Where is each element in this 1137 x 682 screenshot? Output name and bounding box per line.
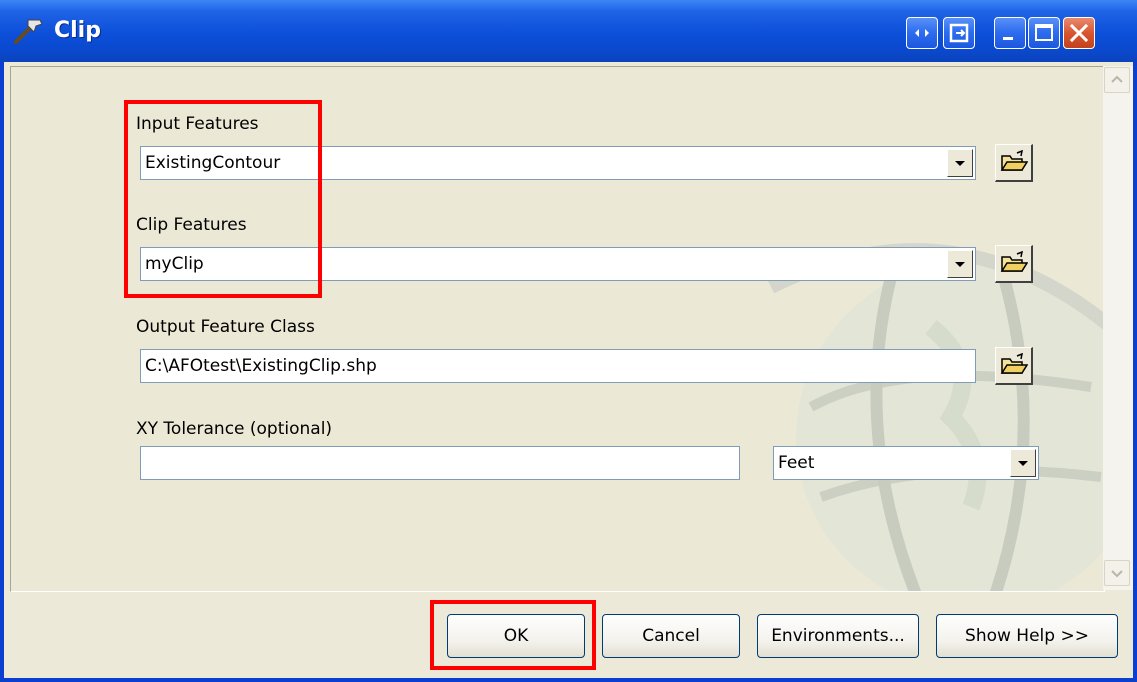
chevron-down-icon [1111, 570, 1123, 578]
highlight-box-input-clip [124, 100, 322, 298]
chevron-down-icon [955, 161, 965, 166]
title-bar[interactable]: Clip [0, 0, 1137, 62]
minimize-icon [1003, 37, 1013, 40]
chevron-down-icon [955, 262, 965, 267]
hammer-icon [14, 19, 43, 44]
cancel-button[interactable]: Cancel [602, 614, 740, 658]
input-features-browse-button[interactable] [995, 144, 1033, 182]
context-help-button[interactable] [906, 17, 938, 49]
show-help-button[interactable]: Show Help >> [936, 614, 1118, 658]
environments-button[interactable]: Environments... [757, 614, 919, 658]
chevron-up-icon [1111, 75, 1123, 83]
xy-tolerance-label: XY Tolerance (optional) [136, 419, 333, 439]
output-feature-class-input[interactable]: C:\AFOtest\ExistingClip.shp [140, 349, 976, 383]
clip-features-dropdown-button[interactable] [947, 250, 973, 278]
clip-features-browse-button[interactable] [995, 245, 1033, 283]
open-folder-icon [1000, 251, 1028, 272]
output-feature-class-value: C:\AFOtest\ExistingClip.shp [145, 356, 377, 376]
scroll-up-button[interactable] [1104, 67, 1130, 93]
close-icon [1069, 23, 1089, 43]
open-folder-icon [1000, 353, 1028, 374]
window-title: Clip [54, 18, 101, 43]
scroll-down-button[interactable] [1104, 560, 1130, 586]
restore-tool-icon [949, 23, 969, 43]
chevron-down-icon [1018, 461, 1028, 466]
input-features-dropdown-button[interactable] [947, 149, 973, 177]
xy-tolerance-input[interactable] [140, 446, 740, 480]
xy-tolerance-unit-dropdown-button[interactable] [1010, 449, 1036, 477]
highlight-box-ok [430, 600, 596, 670]
context-help-icon [915, 29, 929, 37]
maximize-icon [1035, 24, 1053, 41]
open-folder-icon [1000, 150, 1028, 171]
minimize-button[interactable] [994, 17, 1026, 49]
restore-tool-button[interactable] [943, 17, 975, 49]
maximize-button[interactable] [1028, 17, 1060, 49]
xy-tolerance-unit-value: Feet [778, 453, 815, 473]
close-button[interactable] [1063, 17, 1095, 49]
output-feature-class-label: Output Feature Class [136, 317, 315, 337]
clip-dialog-window: Clip Input Features ExistingContour Clip… [0, 0, 1137, 682]
vertical-scrollbar[interactable] [1103, 66, 1133, 590]
xy-tolerance-unit-select[interactable]: Feet [773, 446, 1039, 480]
output-feature-class-browse-button[interactable] [995, 347, 1033, 385]
